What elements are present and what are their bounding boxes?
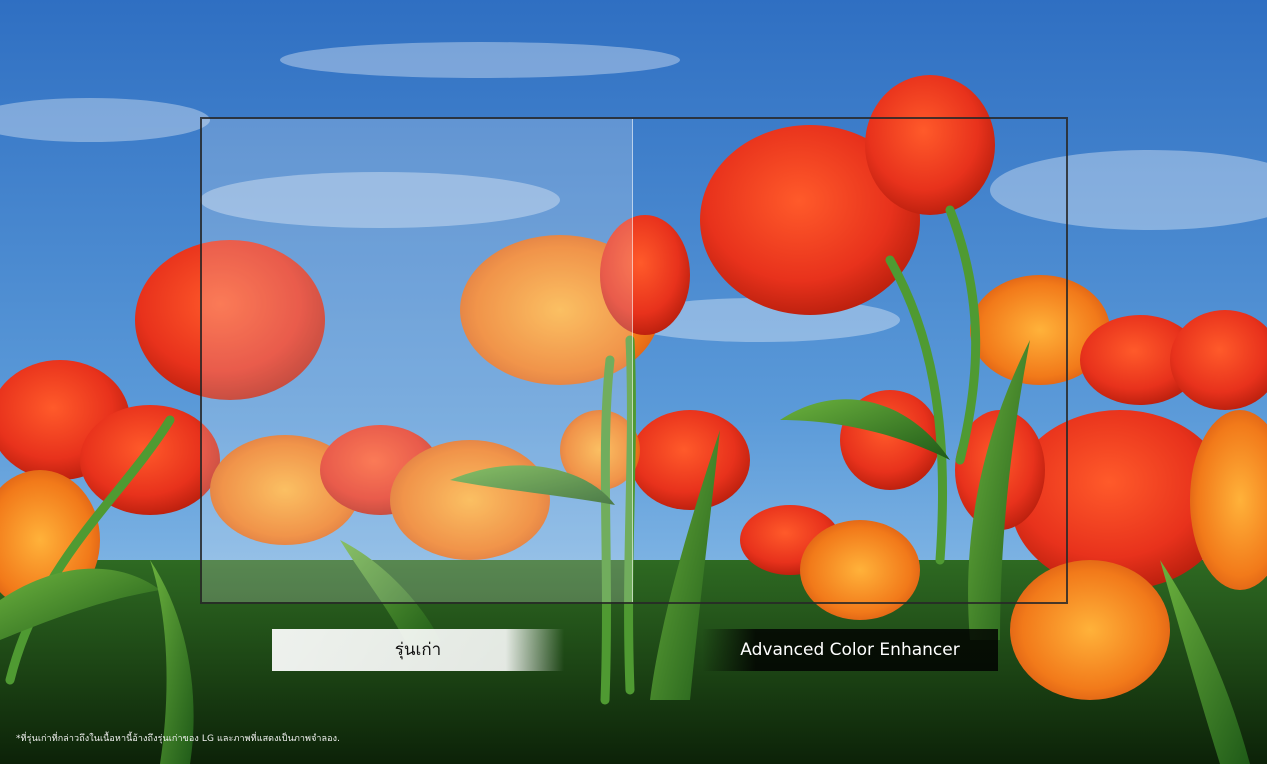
old-model-label: รุ่นเก่า	[272, 629, 564, 671]
comparison-frame	[200, 117, 1068, 604]
advanced-color-enhancer-label: Advanced Color Enhancer	[702, 629, 998, 671]
disclaimer-text: *ที่รุ่นเก่าที่กล่าวถึงในเนื้อหานี้อ้างถ…	[16, 734, 341, 744]
